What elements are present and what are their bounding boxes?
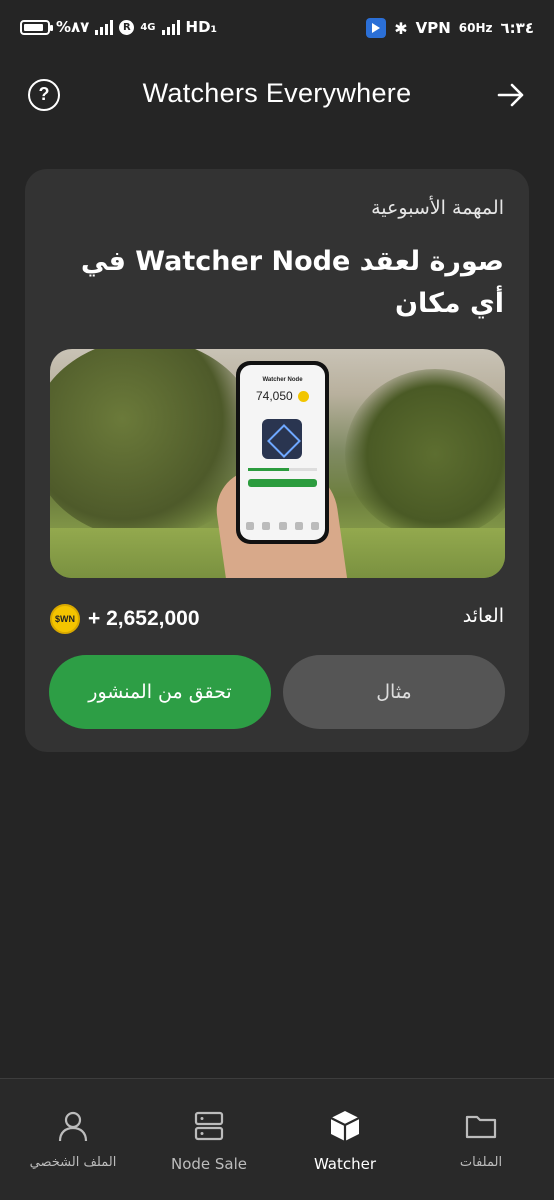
app-header: ? Watchers Everywhere xyxy=(0,70,554,120)
phone-title: Watcher Node xyxy=(262,377,303,383)
nav-item-watcher[interactable]: Watcher xyxy=(276,1109,414,1173)
vpn-app-icon xyxy=(366,18,387,38)
phone-nav xyxy=(246,522,319,532)
status-right: ✱ VPN 60Hz ٦:٣٤ xyxy=(366,18,534,38)
battery-icon xyxy=(20,19,53,35)
person-icon xyxy=(58,1111,88,1142)
nav-label-node-sale: Node Sale xyxy=(170,1155,248,1173)
server-icon xyxy=(194,1111,224,1141)
phone-node-icon xyxy=(262,419,302,459)
nav-label-files: الملفات xyxy=(459,1155,503,1170)
bottom-nav: الملف الشخصي Node Sale Watcher الملفات xyxy=(0,1078,554,1200)
weekly-task-card: المهمة الأسبوعية صورة لعقد Watcher Node … xyxy=(25,169,529,752)
bluetooth-icon: ✱ xyxy=(394,18,408,38)
swn-coin-icon: $WN xyxy=(50,604,80,634)
verify-post-button[interactable]: تحقق من المنشور xyxy=(49,655,271,729)
task-hero-image: Watcher Node 74,050 xyxy=(50,349,505,578)
hd-label: HD₁ xyxy=(185,18,218,36)
arrow-right-icon[interactable] xyxy=(496,80,526,110)
page-title: Watchers Everywhere xyxy=(142,78,412,108)
reward: $WN + 2,652,000 xyxy=(50,604,200,634)
status-bar: %٨٧ R 4G HD₁ ✱ VPN 60Hz ٦:٣٤ xyxy=(0,0,554,58)
reward-amount: + 2,652,000 xyxy=(88,607,200,630)
reward-label: العائد xyxy=(462,605,504,627)
phone-progress xyxy=(248,468,317,471)
phone-amount: 74,050 xyxy=(256,389,293,403)
nav-label-profile: الملف الشخصي xyxy=(29,1155,117,1170)
phone-button xyxy=(248,479,317,487)
cube-icon xyxy=(330,1111,360,1141)
status-left: %٨٧ R 4G HD₁ xyxy=(20,18,217,36)
signal-icon xyxy=(95,19,114,35)
phone-mockup: Watcher Node 74,050 xyxy=(236,361,329,544)
task-label: المهمة الأسبوعية xyxy=(371,197,504,219)
example-button[interactable]: مثال xyxy=(283,655,505,729)
nav-label-watcher: Watcher xyxy=(313,1155,377,1173)
phone-coin-icon xyxy=(298,391,309,402)
roaming-icon: R xyxy=(119,19,135,35)
vpn-label: VPN xyxy=(415,19,451,37)
task-title: صورة لعقد Watcher Node في أي مكان xyxy=(80,246,504,319)
clock: ٦:٣٤ xyxy=(500,19,534,37)
battery-percent: %٨٧ xyxy=(56,18,90,36)
nav-item-node-sale[interactable]: Node Sale xyxy=(140,1109,278,1173)
folder-icon xyxy=(465,1115,497,1139)
signal-icon-2 xyxy=(161,19,180,35)
refresh-rate: 60Hz xyxy=(458,21,493,35)
nav-item-profile[interactable]: الملف الشخصي xyxy=(4,1109,142,1170)
nav-item-files[interactable]: الملفات xyxy=(412,1109,550,1170)
network-label: 4G xyxy=(140,21,156,33)
